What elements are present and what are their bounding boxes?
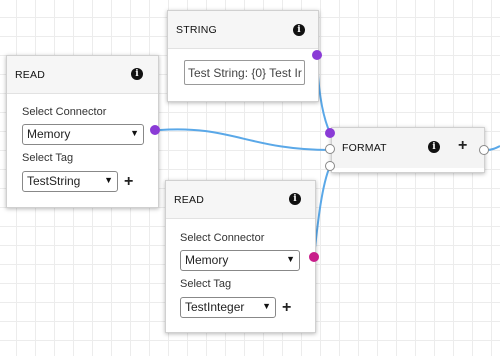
info-icon[interactable]: i [293,24,305,36]
read-node-1[interactable]: READ i Select Connector Memory ▼ Select … [6,55,159,208]
read2-output-port[interactable] [309,252,319,262]
plus-icon[interactable]: + [124,174,133,190]
format-input-port-1[interactable] [325,128,335,138]
format-node[interactable]: FORMAT i + [331,127,485,173]
tag-select-value: TestString [27,174,81,188]
connector-label: Select Connector [180,232,265,244]
node-title: READ [15,69,45,81]
info-icon[interactable]: i [131,68,143,80]
tag-select[interactable]: TestInteger ▼ [180,297,276,318]
info-icon[interactable]: i [289,193,301,205]
format-output-port[interactable] [479,145,489,155]
connector-select-value: Memory [185,253,229,267]
node-header: READ i [166,181,315,219]
string-value-input[interactable]: Test String: {0} Test Ir [184,60,305,85]
node-header: STRING i [168,11,318,49]
wire-read2-to-format [313,165,331,258]
info-icon[interactable]: i [428,141,440,153]
tag-label: Select Tag [180,278,232,290]
node-title: FORMAT [342,142,387,154]
chevron-down-icon: ▼ [130,128,139,138]
tag-select[interactable]: TestString ▼ [22,171,118,192]
read1-output-port[interactable] [150,125,160,135]
node-title: READ [174,194,204,206]
tag-select-value: TestInteger [185,300,245,314]
connector-select-value: Memory [27,127,71,141]
connector-label: Select Connector [22,106,107,118]
node-header: FORMAT i + [332,128,484,168]
chevron-down-icon: ▼ [262,301,271,311]
connector-select[interactable]: Memory ▼ [22,124,144,145]
format-input-port-2[interactable] [325,144,335,154]
chevron-down-icon: ▼ [286,254,295,264]
plus-icon[interactable]: + [282,300,291,316]
read-node-2[interactable]: READ i Select Connector Memory ▼ Select … [165,180,316,333]
string-node[interactable]: STRING i Test String: {0} Test Ir [167,10,319,102]
format-input-port-3[interactable] [325,161,335,171]
string-output-port[interactable] [312,50,322,60]
node-header: READ i [7,56,158,94]
wire-read1-to-format [159,128,331,151]
chevron-down-icon: ▼ [104,175,113,185]
node-title: STRING [176,24,217,36]
connector-select[interactable]: Memory ▼ [180,250,300,271]
plus-icon[interactable]: + [458,138,467,154]
tag-label: Select Tag [22,152,74,164]
